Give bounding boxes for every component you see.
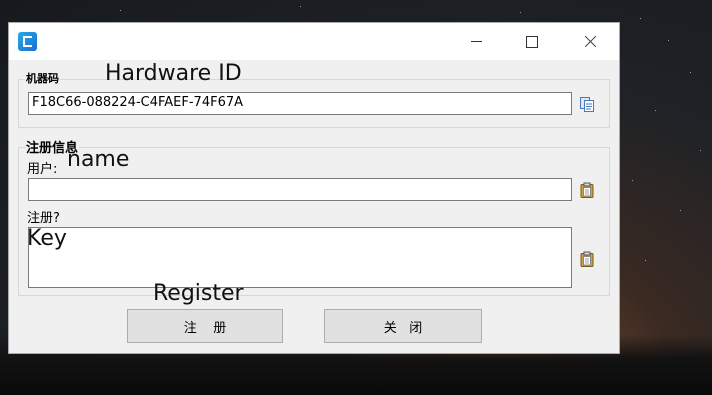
key-label: 注册? — [27, 211, 60, 226]
hardware-id-field[interactable]: F18C66-088224-C4FAEF-74F67A — [28, 92, 572, 115]
key-field[interactable] — [28, 227, 572, 288]
registration-dialog: 机器码 Hardware ID F18C66-088224-C4FAEF-74F… — [8, 22, 620, 354]
name-field[interactable] — [28, 178, 572, 201]
paste-icon[interactable] — [579, 251, 595, 267]
user-label: 用户: — [27, 162, 58, 177]
minimize-icon — [470, 41, 482, 42]
close-button-label: 关 闭 — [383, 320, 423, 336]
paste-icon[interactable] — [579, 182, 595, 198]
register-button[interactable]: 注 册 — [127, 309, 283, 343]
minimize-button[interactable] — [453, 23, 499, 60]
copy-icon[interactable] — [579, 96, 595, 112]
register-button-label: 注 册 — [183, 320, 227, 336]
app-logo-icon — [18, 32, 37, 51]
user-annotation: name — [67, 147, 130, 172]
key-annotation: Key — [27, 226, 67, 251]
close-button[interactable]: 关 闭 — [324, 309, 482, 343]
hardware-id-annotation: Hardware ID — [105, 61, 242, 86]
maximize-button[interactable] — [509, 23, 555, 60]
close-icon — [584, 35, 597, 48]
close-window-button[interactable] — [567, 23, 613, 60]
hardware-id-value: F18C66-088224-C4FAEF-74F67A — [32, 95, 244, 110]
register-annotation: Register — [153, 281, 244, 306]
maximize-icon — [526, 35, 538, 48]
title-bar[interactable] — [9, 23, 619, 60]
hardware-id-label: 机器码 — [25, 70, 60, 86]
